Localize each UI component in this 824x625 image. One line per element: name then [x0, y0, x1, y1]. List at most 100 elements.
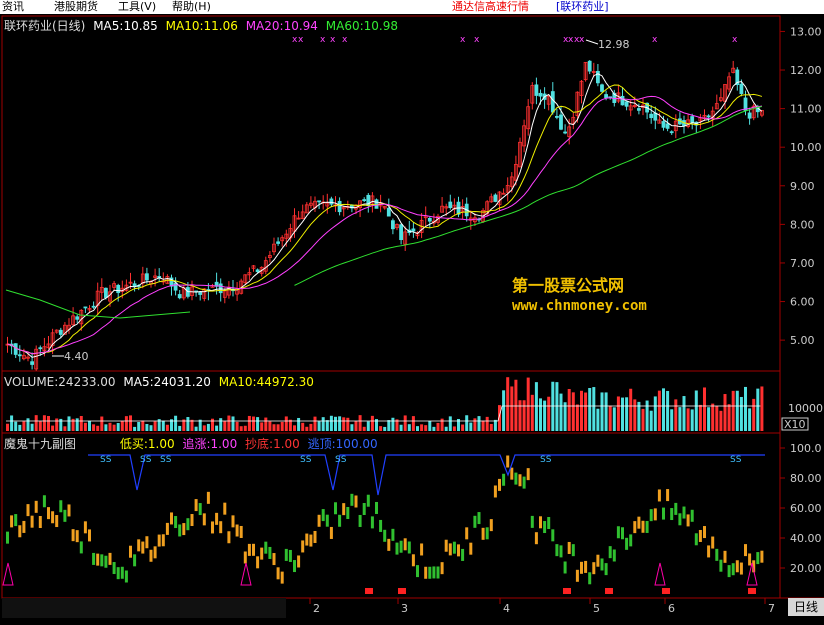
volume-bar: [383, 426, 387, 431]
indicator-bar: [350, 493, 354, 506]
candle-body: [739, 83, 744, 94]
volume-bar: [145, 424, 149, 431]
volume-ma10: MA10:44972.30: [218, 375, 314, 389]
volume-bar: [690, 409, 694, 431]
volume-bar: [493, 419, 497, 431]
volume-bar: [354, 420, 358, 431]
indicator-bar: [83, 521, 87, 534]
indicator-bar: [329, 526, 333, 539]
candle-body: [427, 217, 432, 222]
candle-body: [587, 60, 592, 72]
volume-bar: [47, 416, 50, 431]
volume-bar: [243, 425, 247, 431]
indicator-bar: [247, 543, 251, 556]
volume-bar: [703, 387, 706, 431]
candle-body: [255, 269, 260, 273]
bottom-signal-square: [398, 588, 406, 594]
indicator-bar: [198, 503, 202, 516]
volume-bar: [563, 402, 567, 431]
indicator-bar: [649, 509, 653, 522]
volume-bar: [63, 426, 67, 431]
candle-body: [362, 199, 367, 201]
volume-bar: [629, 388, 633, 431]
indicator-bar: [744, 544, 747, 557]
volume-legend: VOLUME:24233.00 MA5:24031.20 MA10:44972.…: [4, 375, 314, 389]
indicator-bar: [10, 515, 14, 528]
indicator-bar: [383, 529, 387, 542]
volume-bar: [752, 398, 756, 431]
indicator-bar: [502, 473, 506, 486]
indicator-bar: [448, 543, 452, 556]
indicator-bar: [510, 467, 514, 480]
indicator-bar: [424, 566, 428, 579]
volume-bar: [256, 417, 260, 431]
price-tick-label: 10.00: [790, 141, 822, 154]
stock-name: 联环药业(日线): [4, 19, 86, 33]
candle-body: [669, 131, 674, 134]
volume-bar: [641, 408, 645, 431]
volume-bar: [30, 423, 34, 431]
candle-body: [661, 121, 666, 128]
indicator-bar: [461, 548, 465, 561]
signal-text: SS: [140, 455, 152, 465]
kline-chart[interactable]: 13.00 12.00 11.00 10.00 9.00 8.00 7.00 6.00 5.00…: [0, 0, 824, 625]
volume-bar: [391, 417, 395, 431]
indicator-bar: [608, 546, 612, 559]
indicator-tick-label: 80.00: [790, 472, 822, 485]
candle-body: [706, 115, 711, 118]
indicator-bar: [301, 540, 305, 553]
indicator-bar: [276, 567, 280, 580]
volume-bar: [584, 392, 588, 431]
volume-bar: [219, 418, 223, 431]
volume-bar: [227, 415, 231, 431]
volume-bar: [387, 420, 391, 431]
indicator-bar: [100, 554, 104, 567]
indicator-bar: [375, 501, 378, 514]
indicator-bar: [407, 541, 411, 554]
indicator-bar: [161, 534, 165, 547]
candle-body: [17, 354, 22, 357]
indicator-bar: [137, 539, 141, 552]
indicator-bar: [92, 552, 96, 565]
volume-bar: [588, 388, 592, 431]
indicator-bar: [514, 472, 518, 485]
indicator-bar: [698, 529, 702, 542]
volume-bar: [38, 421, 42, 431]
indicator-bar: [416, 565, 419, 578]
indicator-bar: [735, 560, 739, 573]
volume-bar: [190, 419, 194, 431]
indicator-bar: [120, 566, 124, 579]
volume-bar: [506, 377, 510, 431]
indicator-bar: [621, 527, 624, 540]
volume-bar: [223, 421, 227, 431]
high-marker-line: [585, 39, 599, 45]
candle-body: [75, 316, 80, 320]
ma60-label: MA60:10.98: [325, 19, 398, 33]
time-tick-label: 5: [593, 602, 600, 615]
volume-bar: [502, 390, 506, 431]
indicator-bar: [666, 489, 670, 502]
volume-bar: [604, 392, 608, 431]
volume-bar: [297, 417, 301, 431]
indicator-bar: [411, 554, 415, 567]
volume-bar: [477, 416, 481, 431]
indicator-bar: [555, 544, 559, 557]
indicator-bar: [690, 509, 694, 522]
period-button[interactable]: 日线: [788, 598, 824, 616]
indicator-bar: [457, 544, 460, 557]
volume-bar: [346, 417, 350, 431]
candle-body: [104, 287, 108, 298]
candle-body: [386, 207, 391, 217]
main-legend: 联环药业(日线) MA5:10.85 MA10:11.06 MA20:10.94…: [4, 19, 398, 33]
time-tick-label: 3: [401, 602, 408, 615]
indicator-bar: [440, 562, 444, 575]
volume-bar: [313, 416, 317, 431]
candle-body: [649, 113, 654, 119]
candle-body: [177, 294, 182, 299]
indicator-bar: [190, 514, 194, 527]
indicator-bar: [223, 502, 227, 515]
indicator-bar: [67, 504, 71, 517]
indicator-bar: [293, 560, 296, 573]
indicator-escape: 逃顶:100.00: [307, 437, 378, 451]
candle-body: [747, 112, 752, 119]
